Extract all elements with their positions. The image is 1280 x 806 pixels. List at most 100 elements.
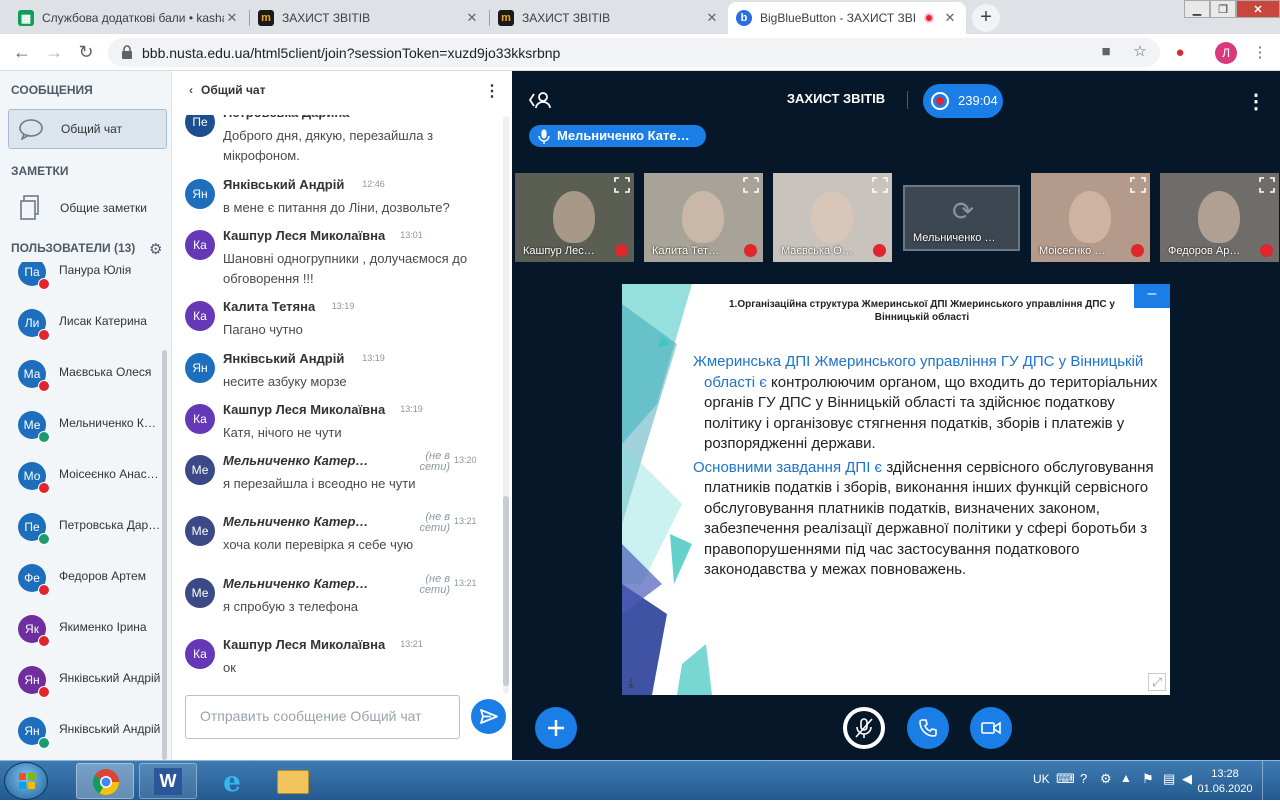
chat-header[interactable]: ‹ Общий чат: [189, 83, 265, 97]
download-icon[interactable]: ⤓: [628, 675, 634, 691]
talking-indicator[interactable]: Мельниченко Кате…: [529, 125, 706, 147]
chat-message: Ме Мельниченко Катер… (не в сети) 13:21 хоча…: [172, 512, 502, 574]
user-list-item[interactable]: Ли Лисак Катерина: [0, 301, 162, 352]
webcam-tile[interactable]: Маєвська О…: [773, 173, 892, 262]
show-desktop-button[interactable]: [1262, 761, 1280, 801]
close-tab-icon[interactable]: ✕: [224, 10, 240, 26]
gear-icon[interactable]: ⚙: [149, 240, 162, 258]
fullscreen-icon[interactable]: [1130, 177, 1146, 193]
webcam-tile[interactable]: ⟳ Мельниченко …: [903, 185, 1020, 251]
unmute-button[interactable]: [843, 707, 885, 749]
browser-tab-1[interactable]: ▦ Службова додаткові бали • kasha ✕: [10, 2, 248, 34]
user-list-item[interactable]: Мо Моісеєнко Анастасія: [0, 454, 162, 505]
system-clock[interactable]: 13:28 01.06.2020: [1196, 767, 1254, 797]
webcam-tile[interactable]: Моісеєнко …: [1031, 173, 1150, 262]
windows-start-button[interactable]: [4, 762, 48, 800]
fullscreen-icon[interactable]: [614, 177, 630, 193]
extension-icon[interactable]: ●: [1170, 43, 1190, 63]
video-button[interactable]: [970, 707, 1012, 749]
actions-button[interactable]: [535, 707, 577, 749]
chrome-taskbar-button[interactable]: [76, 763, 134, 799]
fullscreen-icon[interactable]: [1259, 177, 1275, 193]
user-list-item[interactable]: Пе Петровська Дарина: [0, 505, 162, 556]
user-list-item[interactable]: Па Панура Юлія: [0, 262, 162, 301]
forward-icon[interactable]: →: [42, 41, 66, 65]
message-sender: Янківський Андрій: [223, 351, 345, 366]
public-chat-item[interactable]: Общий чат: [8, 109, 167, 149]
user-avatar: Ян: [18, 717, 50, 749]
fullscreen-icon[interactable]: ⤢: [1148, 673, 1166, 691]
meeting-area: ЗАХИСТ ЗВІТІВ 239:04 ⋮ Мельниченко Кате……: [512, 71, 1280, 760]
omnibox[interactable]: bbb.nusta.edu.ua/html5client/join?sessio…: [108, 38, 1160, 67]
close-tab-icon[interactable]: ✕: [464, 10, 480, 26]
microphone-muted-icon: [1260, 244, 1273, 257]
user-list-item[interactable]: Ме Мельниченко Катерина: [0, 403, 162, 454]
reload-icon[interactable]: ↻: [74, 41, 98, 65]
chat-scrollbar-thumb[interactable]: [503, 496, 509, 686]
browser-tab-2[interactable]: m ЗАХИСТ ЗВІТІВ ✕: [250, 2, 488, 34]
action-center-icon[interactable]: ⚑: [1142, 771, 1154, 787]
recording-indicator-icon: [924, 13, 934, 23]
new-tab-button[interactable]: +: [972, 4, 1000, 32]
webcam-tile[interactable]: Федоров Ар…: [1160, 173, 1279, 262]
minimize-window-icon[interactable]: ▁: [1184, 0, 1210, 18]
settings-icon[interactable]: ⚙: [1100, 771, 1112, 787]
profile-avatar[interactable]: Л: [1215, 42, 1237, 64]
user-name: Маєвська Олеся: [59, 365, 152, 379]
keyboard-icon[interactable]: ⌨: [1056, 771, 1075, 787]
message-time: 13:21: [454, 578, 477, 588]
volume-icon[interactable]: ◀: [1182, 771, 1192, 787]
user-list-scrollbar[interactable]: [162, 350, 167, 760]
close-tab-icon[interactable]: ✕: [942, 10, 958, 26]
close-tab-icon[interactable]: ✕: [704, 10, 720, 26]
message-avatar: Ме: [185, 578, 215, 608]
help-icon[interactable]: ?: [1080, 771, 1087, 786]
headphones-icon: [38, 533, 50, 545]
slide-paragraph-1: Жмеринська ДПІ Жмеринського управління Г…: [693, 352, 1161, 455]
webcam-user-label[interactable]: Кашпур Лес…: [523, 245, 595, 257]
send-message-button[interactable]: [471, 699, 506, 734]
webcam-user-label[interactable]: Моісеєнко …: [1039, 245, 1105, 257]
webcam-tile[interactable]: Калита Тет…: [644, 173, 763, 262]
webcam-user-label[interactable]: Калита Тет…: [652, 245, 719, 257]
audio-button[interactable]: [907, 707, 949, 749]
maximize-window-icon[interactable]: ❐: [1210, 0, 1236, 18]
notes-heading: ЗАМЕТКИ: [11, 164, 69, 178]
language-indicator[interactable]: UK: [1033, 772, 1050, 786]
camera-icon[interactable]: ■: [1096, 42, 1116, 62]
back-icon[interactable]: ←: [10, 41, 34, 65]
chevron-left-icon[interactable]: ‹: [189, 83, 193, 97]
shared-notes-item[interactable]: Общие заметки: [8, 188, 167, 228]
word-taskbar-button[interactable]: W: [139, 763, 197, 799]
browser-tab-3[interactable]: m ЗАХИСТ ЗВІТІВ ✕: [490, 2, 728, 34]
fullscreen-icon[interactable]: [872, 177, 888, 193]
chat-options-icon[interactable]: ⋮: [484, 81, 500, 101]
webcam-tile[interactable]: Кашпур Лес…: [515, 173, 634, 262]
message-sender: Мельниченко Катер…: [223, 514, 369, 529]
browser-tab-bar: ▦ Службова додаткові бали • kasha ✕ m ЗА…: [0, 0, 1280, 34]
fullscreen-icon[interactable]: [743, 177, 759, 193]
user-list-item[interactable]: Як Якименко Ірина: [0, 607, 162, 658]
webcam-user-label[interactable]: Мельниченко …: [913, 232, 995, 244]
user-list-item[interactable]: Ян Янківський Андрій: [0, 658, 162, 709]
message-time: 13:20: [454, 455, 477, 465]
chat-scrollbar[interactable]: [503, 116, 509, 694]
recording-indicator[interactable]: 239:04: [923, 84, 1003, 118]
network-icon[interactable]: ▤: [1163, 771, 1175, 787]
user-list-item[interactable]: Ян Янківський Андрій: [0, 709, 162, 760]
user-list-item[interactable]: Фе Федоров Артем: [0, 556, 162, 607]
menu-dots-icon[interactable]: ⋮: [1250, 43, 1270, 63]
explorer-taskbar-button[interactable]: [263, 763, 321, 799]
webcam-user-label[interactable]: Федоров Ар…: [1168, 245, 1240, 257]
bookmark-star-icon[interactable]: ☆: [1130, 42, 1150, 62]
options-menu-icon[interactable]: ⋮: [1246, 89, 1266, 114]
user-list-item[interactable]: Ма Маєвська Олеся: [0, 352, 162, 403]
ie-taskbar-button[interactable]: e: [202, 763, 260, 799]
minimize-presentation-button[interactable]: –: [1134, 284, 1170, 308]
chat-message-input[interactable]: Отправить сообщение Общий чат: [185, 695, 460, 739]
browser-tab-active[interactable]: b BigBlueButton - ЗАХИСТ ЗВІТІ ✕: [728, 2, 966, 34]
slide-text-2: здійснення сервісного обслуговування пла…: [704, 458, 1154, 579]
close-window-icon[interactable]: ✕: [1236, 0, 1280, 18]
tray-expand-icon[interactable]: ▲: [1120, 771, 1132, 785]
webcam-user-label[interactable]: Маєвська О…: [781, 245, 853, 257]
